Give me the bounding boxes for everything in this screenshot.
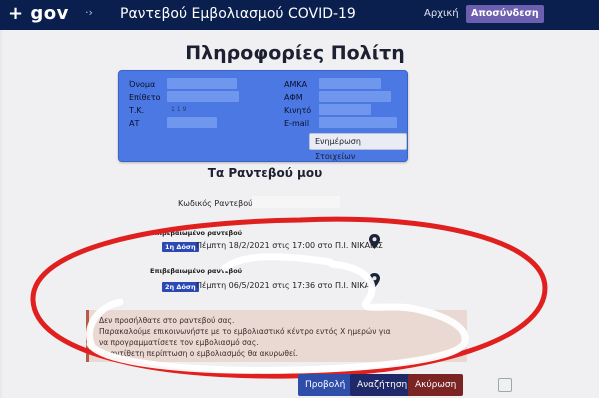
search-button[interactable]: Αναζήτηση [350, 374, 415, 396]
redacted-first-name [167, 78, 237, 89]
appointments-title: Τα Ραντεβού μου [207, 166, 323, 180]
redacted-surname [167, 91, 239, 102]
update-details-button[interactable]: Ενημέρωση Στοιχείων [309, 133, 407, 161]
citizen-info-panel: Όνομα Επίθετο Τ.Κ. 1 1 9 ΑΤ ΑΜΚΑ ΑΦΜ Κιν… [118, 70, 408, 162]
postal-code-value: 1 1 9 [171, 106, 187, 113]
warning-line-3: να προγραμματίσετε τον εμβολιασμό σας. [99, 338, 259, 347]
redacted-amka [319, 78, 381, 89]
mobile-label: Κινητό [284, 106, 312, 115]
view-button[interactable]: Προβολή [298, 374, 353, 396]
window-corner-icon [498, 378, 512, 392]
appointment-2-dose-badge: 2η Δόση [162, 282, 199, 292]
logout-button[interactable]: Αποσύνδεση [466, 5, 544, 23]
logo-ornament: ·› [85, 6, 93, 19]
app-title: Ραντεβού Εμβολιασμού COVID-19 [120, 6, 356, 22]
cancel-button[interactable]: Ακύρωση [408, 374, 464, 396]
home-link[interactable]: Αρχική [424, 8, 459, 19]
warning-line-1: Δεν προσήλθατε στο ραντεβού σας. [99, 316, 235, 325]
redacted-mobile [319, 104, 371, 115]
top-navigation-bar: + gov ·› Ραντεβού Εμβολιασμού COVID-19 Α… [0, 0, 599, 30]
missed-appointment-warning: Δεν προσήλθατε στο ραντεβού σας. Παρακαλ… [86, 310, 467, 362]
appointment-2-status: Επιβεβαιωμένο ραντεβού [150, 267, 243, 275]
appointment-code-label: Κωδικός Ραντεβού: [178, 199, 256, 208]
afm-label: ΑΦΜ [284, 93, 303, 102]
surname-label: Επίθετο [129, 93, 161, 102]
redacted-appointment-code [252, 196, 340, 208]
warning-line-4: Σε αντίθετη περίπτωση ο εμβολιασμός θα α… [99, 349, 298, 358]
page-title: Πληροφορίες Πολίτη [185, 42, 405, 64]
redacted-afm [319, 91, 391, 102]
id-card-label: ΑΤ [129, 119, 140, 128]
map-pin-icon[interactable] [368, 273, 381, 288]
warning-line-2: Παρακαλούμε επικοινωνήστε με το εμβολιασ… [99, 327, 391, 336]
redacted-email [319, 117, 397, 128]
appointment-2-details: Πέμπτη 06/5/2021 στις 17:36 στο Π.Ι. ΝΙΚ… [196, 281, 371, 290]
map-pin-icon[interactable] [368, 234, 381, 249]
appointment-1-status: Επιβεβαιωμένο ραντεβού [150, 229, 243, 237]
appointment-1-dose-badge: 1η Δόση [162, 242, 199, 252]
amka-label: ΑΜΚΑ [284, 80, 308, 89]
redacted-id-card [167, 117, 217, 128]
appointment-1-details: Πέμπτη 18/2/2021 στις 17:00 στο Π.Ι. ΝΙΚ… [196, 241, 383, 250]
gov-logo[interactable]: + gov [8, 3, 69, 24]
first-name-label: Όνομα [129, 80, 156, 89]
email-label: E-mail [284, 119, 310, 128]
postal-code-label: Τ.Κ. [129, 106, 145, 115]
